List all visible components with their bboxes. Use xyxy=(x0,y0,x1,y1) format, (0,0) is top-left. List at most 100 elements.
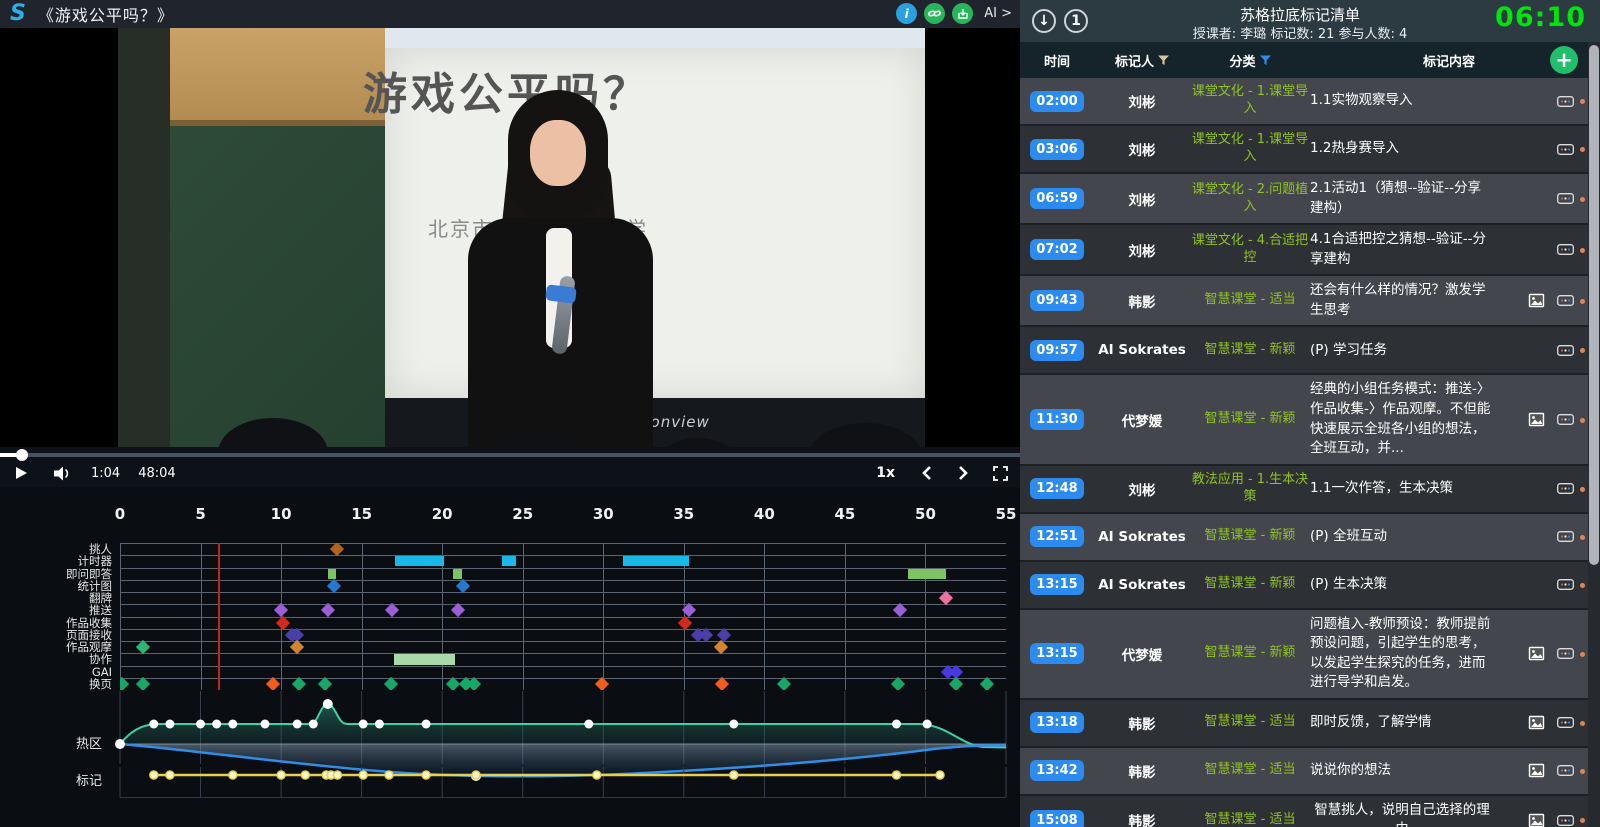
mark-row[interactable]: 02:00 刘彬 课堂文化 - 1.课堂导入 1.1实物观察导入 xyxy=(1020,78,1588,126)
mark-time-badge[interactable]: 13:18 xyxy=(1030,712,1084,734)
gridline-h xyxy=(120,579,1006,581)
topbar-actions: i AI > xyxy=(896,3,1012,24)
add-mark-button[interactable]: + xyxy=(1550,46,1578,74)
mark-row[interactable]: 13:18 韩影 智慧课堂 - 适当 即时反馈，了解学情 xyxy=(1020,699,1588,748)
mark-row[interactable]: 11:30 代梦媛 智慧课堂 - 新颖 经典的小组任务模式：推送-〉作品收集-〉作品观… xyxy=(1020,375,1588,466)
comment-icon[interactable] xyxy=(1557,414,1574,425)
comment-icon[interactable] xyxy=(1557,814,1574,826)
mark-row[interactable]: 07:02 刘彬 课堂文化 - 4.合适把控 4.1合适把控之猜想--验证--分享建构 xyxy=(1020,225,1588,277)
image-icon[interactable] xyxy=(1528,646,1545,661)
event-diamond xyxy=(678,615,693,630)
comment-icon[interactable] xyxy=(1557,295,1574,307)
mark-row[interactable]: 13:15 代梦媛 智慧课堂 - 新颖 问题植入-教师预设：教师提前预设问题，引起学生… xyxy=(1020,609,1588,700)
comment-icon[interactable] xyxy=(1557,244,1574,256)
table-header: 时间 标记人 分类 标记内容 + xyxy=(1020,42,1588,78)
mark-time-badge[interactable]: 15:08 xyxy=(1030,809,1084,827)
mark-row[interactable]: 15:08 韩影 智慧课堂 - 适当 智慧挑人，说明自己选择的理由 xyxy=(1020,795,1588,827)
mark-actions xyxy=(1500,244,1588,256)
mark-time-cell: 03:06 xyxy=(1020,138,1094,160)
mark-row[interactable]: 09:57 AI Sokrates 智慧课堂 - 新颖 (P) 学习任务 xyxy=(1020,327,1588,376)
mark-row[interactable]: 06:59 刘彬 课堂文化 - 2.问题植入 2.1活动1（猜想--验证--分享建构） xyxy=(1020,174,1588,226)
speed-button[interactable]: 1x xyxy=(876,465,895,481)
mark-category: 智慧课堂 - 适当 xyxy=(1204,714,1296,730)
event-diamond xyxy=(979,676,994,690)
x-tick: 40 xyxy=(753,505,775,523)
link-icon[interactable] xyxy=(924,3,946,24)
session-timer: 06:10 xyxy=(1495,2,1586,33)
scrollbar-thumb[interactable] xyxy=(1589,45,1599,565)
gridline-h xyxy=(120,665,1006,667)
row-label: 协作 xyxy=(89,652,112,667)
image-icon[interactable] xyxy=(1528,813,1545,827)
mark-time-badge[interactable]: 13:15 xyxy=(1030,643,1084,665)
filter-icon-active[interactable] xyxy=(1259,54,1271,66)
gridline-h xyxy=(120,628,1006,630)
play-icon[interactable] xyxy=(14,466,28,480)
mark-row[interactable]: 03:06 刘彬 课堂文化 - 1.课堂导入 1.2热身赛导入 xyxy=(1020,126,1588,174)
mark-actions xyxy=(1500,646,1588,661)
x-tick: 35 xyxy=(673,505,695,523)
seek-bar[interactable] xyxy=(0,449,1020,461)
comment-icon[interactable] xyxy=(1557,143,1574,155)
info-icon[interactable]: i xyxy=(896,3,918,24)
controls-row: 1:04 48:04 1x xyxy=(0,459,1020,487)
mark-rows: 02:00 刘彬 课堂文化 - 1.课堂导入 1.1实物观察导入 03:06 刘彬 课堂文化… xyxy=(1020,78,1588,827)
event-diamond xyxy=(776,676,791,690)
event-diamond xyxy=(330,543,345,557)
player-pane: S 《游戏公平吗？》 i AI > 游戏公平吗？ 北京 xyxy=(0,0,1020,827)
x-tick: 30 xyxy=(592,505,614,523)
filter-icon[interactable] xyxy=(1158,54,1169,66)
export-icon[interactable] xyxy=(952,3,974,24)
comment-icon[interactable] xyxy=(1557,579,1574,591)
mark-time-badge[interactable]: 02:00 xyxy=(1030,90,1084,112)
mark-row[interactable]: 12:51 AI Sokrates 智慧课堂 - 新颖 (P) 全班互动 xyxy=(1020,513,1588,562)
mark-row[interactable]: 13:42 韩影 智慧课堂 - 适当 说说你的想法 xyxy=(1020,747,1588,796)
event-grid xyxy=(120,543,1006,690)
row-marker-dot xyxy=(1580,147,1585,152)
comment-icon[interactable] xyxy=(1557,483,1574,495)
image-icon[interactable] xyxy=(1528,763,1545,778)
mark-row[interactable]: 12:48 刘彬 教法应用 - 1.生本决策 1.1一次作答，生本决策 xyxy=(1020,465,1588,514)
mark-time-cell: 13:18 xyxy=(1020,712,1094,734)
ai-panel-toggle[interactable]: AI > xyxy=(984,6,1012,21)
mark-time-badge[interactable]: 12:51 xyxy=(1030,526,1084,548)
mark-content: 经典的小组任务模式：推送-〉作品收集-〉作品观摩。不但能快速展示全班各小组的想法… xyxy=(1310,381,1491,457)
event-bar xyxy=(501,556,517,567)
mark-person: AI Sokrates xyxy=(1098,528,1186,545)
mark-row[interactable]: 13:15 AI Sokrates 智慧课堂 - 新颖 (P) 生本决策 xyxy=(1020,561,1588,610)
mark-time-badge[interactable]: 12:48 xyxy=(1030,478,1084,500)
mark-time-badge[interactable]: 09:57 xyxy=(1030,339,1084,361)
event-diamond xyxy=(451,603,466,618)
image-icon[interactable] xyxy=(1528,293,1545,308)
event-diamond xyxy=(456,578,471,593)
next-mark-icon[interactable] xyxy=(957,465,969,481)
event-bar xyxy=(393,653,456,665)
mark-time-badge[interactable]: 07:02 xyxy=(1030,239,1084,261)
comment-icon[interactable] xyxy=(1557,95,1574,107)
comment-icon[interactable] xyxy=(1557,344,1574,356)
video-frame[interactable]: 游戏公平吗？ 北京市东城区培新小学 李璐 Donview xyxy=(0,28,1020,447)
comment-icon[interactable] xyxy=(1557,531,1574,543)
mark-row[interactable]: 09:43 韩影 智慧课堂 - 适当 还会有什么样的情况？激发学生思考 xyxy=(1020,276,1588,328)
image-icon[interactable] xyxy=(1528,412,1545,427)
mark-time-badge[interactable]: 06:59 xyxy=(1030,188,1084,210)
comment-icon[interactable] xyxy=(1557,193,1574,205)
mark-person: 韩影 xyxy=(1128,764,1156,781)
x-tick: 20 xyxy=(431,505,453,523)
gridline-h xyxy=(120,677,1006,679)
mark-category: 智慧课堂 - 新颖 xyxy=(1204,411,1296,427)
image-icon[interactable] xyxy=(1528,715,1545,730)
mark-time-badge[interactable]: 11:30 xyxy=(1030,409,1084,430)
prev-mark-icon[interactable] xyxy=(921,465,933,481)
mark-time-badge[interactable]: 09:43 xyxy=(1030,290,1084,312)
mark-time-badge[interactable]: 13:42 xyxy=(1030,760,1084,782)
fullscreen-icon[interactable] xyxy=(993,465,1008,481)
comment-icon[interactable] xyxy=(1557,765,1574,777)
mark-content: 2.1活动1（猜想--验证--分享建构） xyxy=(1310,180,1482,216)
comment-icon[interactable] xyxy=(1557,648,1574,660)
mark-time-badge[interactable]: 13:15 xyxy=(1030,574,1084,596)
mark-actions xyxy=(1500,715,1588,730)
mark-time-badge[interactable]: 03:06 xyxy=(1030,138,1084,160)
comment-icon[interactable] xyxy=(1557,717,1574,729)
volume-icon[interactable] xyxy=(54,466,73,481)
